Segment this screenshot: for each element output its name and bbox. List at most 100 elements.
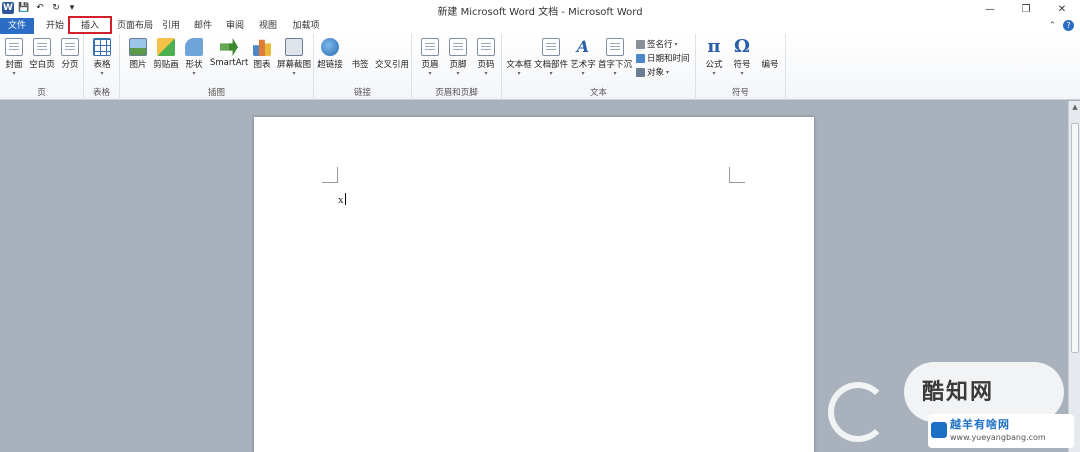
ribbon: 封面 ▾ 空白页 分页 页 表格 ▾ 表格 图片 剪贴画 形状 ▾ SmartA… [0, 34, 1080, 173]
drop-cap-button[interactable]: 首字下沉 ▾ [598, 38, 632, 78]
shapes-icon [185, 38, 203, 56]
drop-cap-label: 首字下沉 [598, 60, 633, 70]
header-label: 页眉 [421, 60, 439, 70]
dropdown-arrow-icon: ▾ [192, 70, 196, 77]
picture-label: 图片 [129, 60, 147, 70]
group-illustrations: 图片 剪贴画 形状 ▾ SmartArt 图表 屏幕截图 ▾ 插图 [120, 34, 314, 100]
window-controls: — ❐ ✕ [972, 0, 1080, 18]
close-button[interactable]: ✕ [1044, 0, 1080, 18]
dropdown-arrow-icon: ▾ [484, 70, 488, 77]
page-number-button[interactable]: 页码 ▾ [472, 38, 500, 78]
table-button[interactable]: 表格 ▾ [88, 38, 116, 78]
chart-button[interactable]: 图表 [248, 38, 276, 70]
tab-review[interactable]: 审阅 [222, 18, 248, 34]
watermark-site-url: www.yueyangbang.com [950, 433, 1046, 442]
picture-icon [129, 38, 147, 56]
page-break-icon [61, 38, 79, 56]
footer-button[interactable]: 页脚 ▾ [444, 38, 472, 78]
symbol-button[interactable]: Ω 符号 ▾ [728, 38, 756, 78]
margin-corner-mark [729, 167, 745, 183]
header-button[interactable]: 页眉 ▾ [416, 38, 444, 78]
restore-button[interactable]: ❐ [1008, 0, 1044, 18]
table-label: 表格 [93, 60, 111, 70]
cover-page-button[interactable]: 封面 ▾ [0, 38, 28, 78]
blank-page-button[interactable]: 空白页 [28, 38, 56, 70]
watermark-brand: 酷知网 [922, 380, 995, 405]
wordart-label: 艺术字 [570, 60, 596, 70]
screenshot-button[interactable]: 屏幕截图 ▾ [276, 38, 312, 78]
smartart-icon [220, 38, 238, 56]
picture-button[interactable]: 图片 [124, 38, 152, 70]
collapse-ribbon-icon[interactable]: ⌃ [1049, 21, 1057, 31]
bookmark-label: 书签 [351, 60, 369, 70]
textbox-button[interactable]: 文本框 ▾ [504, 38, 782, 173]
cross-reference-button[interactable]: 交叉引用 [374, 38, 655, 173]
cover-page-icon [5, 38, 23, 56]
clipart-button[interactable]: 剪贴画 [152, 38, 180, 70]
shapes-button[interactable]: 形状 ▾ [180, 38, 208, 78]
numbering-button[interactable]: 编号 [756, 38, 1033, 173]
help-area: ⌃ ? [1049, 20, 1074, 31]
tab-references[interactable]: 引用 [158, 18, 184, 34]
dropdown-arrow-icon: ▾ [428, 70, 432, 77]
pi-icon: π [707, 36, 721, 57]
symbol-label: 符号 [733, 60, 751, 70]
signature-icon [636, 39, 645, 49]
cover-page-label: 封面 [5, 60, 23, 70]
footer-icon [449, 38, 467, 56]
document-text[interactable]: x [338, 193, 346, 206]
group-text-label: 文本 [589, 88, 607, 98]
group-tables-label: 表格 [92, 88, 110, 98]
group-text: 文本框 ▾ 文档部件 ▾ A 艺术字 ▾ 首字下沉 ▾ 签名行 ▾ 日期和时间 [502, 34, 782, 173]
document-text-content: x [338, 194, 344, 206]
clipart-icon [157, 38, 175, 56]
minimize-button[interactable]: — [972, 0, 1008, 18]
tab-mailings[interactable]: 邮件 [190, 18, 216, 34]
screenshot-icon [285, 38, 303, 56]
header-icon [421, 38, 439, 56]
group-symbols: π 公式 ▾ Ω 符号 ▾ 编号 符号 [696, 34, 1033, 173]
tab-insert[interactable]: 插入 [68, 16, 112, 34]
scrollbar-thumb[interactable] [1071, 123, 1079, 353]
scroll-up-icon[interactable]: ▲ [1069, 103, 1080, 113]
group-header-footer: 页眉 ▾ 页脚 ▾ 页码 ▾ 页眉和页脚 [412, 34, 502, 100]
omega-icon: Ω [733, 36, 751, 57]
object-button[interactable]: 对象 ▾ [636, 66, 669, 78]
wordart-button[interactable]: A 艺术字 ▾ [568, 38, 598, 78]
tab-home[interactable]: 开始 [40, 18, 70, 34]
group-illustrations-label: 插图 [207, 88, 225, 98]
equation-button[interactable]: π 公式 ▾ [700, 38, 728, 78]
page-number-icon [477, 38, 495, 56]
hyperlink-label: 超链接 [317, 60, 343, 70]
table-icon [93, 38, 111, 56]
numbering-label: 编号 [761, 60, 779, 70]
tab-page-layout[interactable]: 页面布局 [112, 18, 158, 34]
drop-cap-icon [606, 38, 624, 56]
bookmark-button[interactable]: 书签 [346, 38, 623, 173]
signature-line-button[interactable]: 签名行 ▾ [636, 38, 678, 50]
group-header-footer-label: 页眉和页脚 [435, 88, 478, 98]
blank-page-label: 空白页 [29, 60, 55, 70]
date-time-button[interactable]: 日期和时间 [636, 52, 690, 64]
object-icon [636, 67, 645, 77]
hyperlink-button[interactable]: 超链接 [316, 38, 344, 70]
quick-parts-icon [542, 38, 560, 56]
dropdown-arrow-icon: ▾ [666, 68, 670, 76]
watermark-swirl-icon [828, 382, 888, 442]
tab-view[interactable]: 视图 [254, 18, 282, 34]
watermark-site-name: 越羊有啥网 [950, 418, 1010, 431]
smartart-button[interactable]: SmartArt [210, 38, 248, 68]
quick-parts-button[interactable]: 文档部件 ▾ [534, 38, 568, 78]
document-page[interactable]: x [254, 117, 814, 452]
tab-file[interactable]: 文件 [0, 18, 34, 34]
dropdown-arrow-icon: ▾ [12, 70, 16, 77]
tab-addins[interactable]: 加载项 [288, 18, 324, 34]
date-time-label: 日期和时间 [647, 54, 690, 64]
text-cursor [344, 193, 346, 205]
site-logo-icon [931, 422, 947, 438]
cross-reference-label: 交叉引用 [374, 60, 409, 70]
calendar-icon [636, 53, 645, 63]
blank-page-icon [33, 38, 51, 56]
help-icon[interactable]: ? [1063, 20, 1074, 31]
page-break-button[interactable]: 分页 [56, 38, 84, 70]
